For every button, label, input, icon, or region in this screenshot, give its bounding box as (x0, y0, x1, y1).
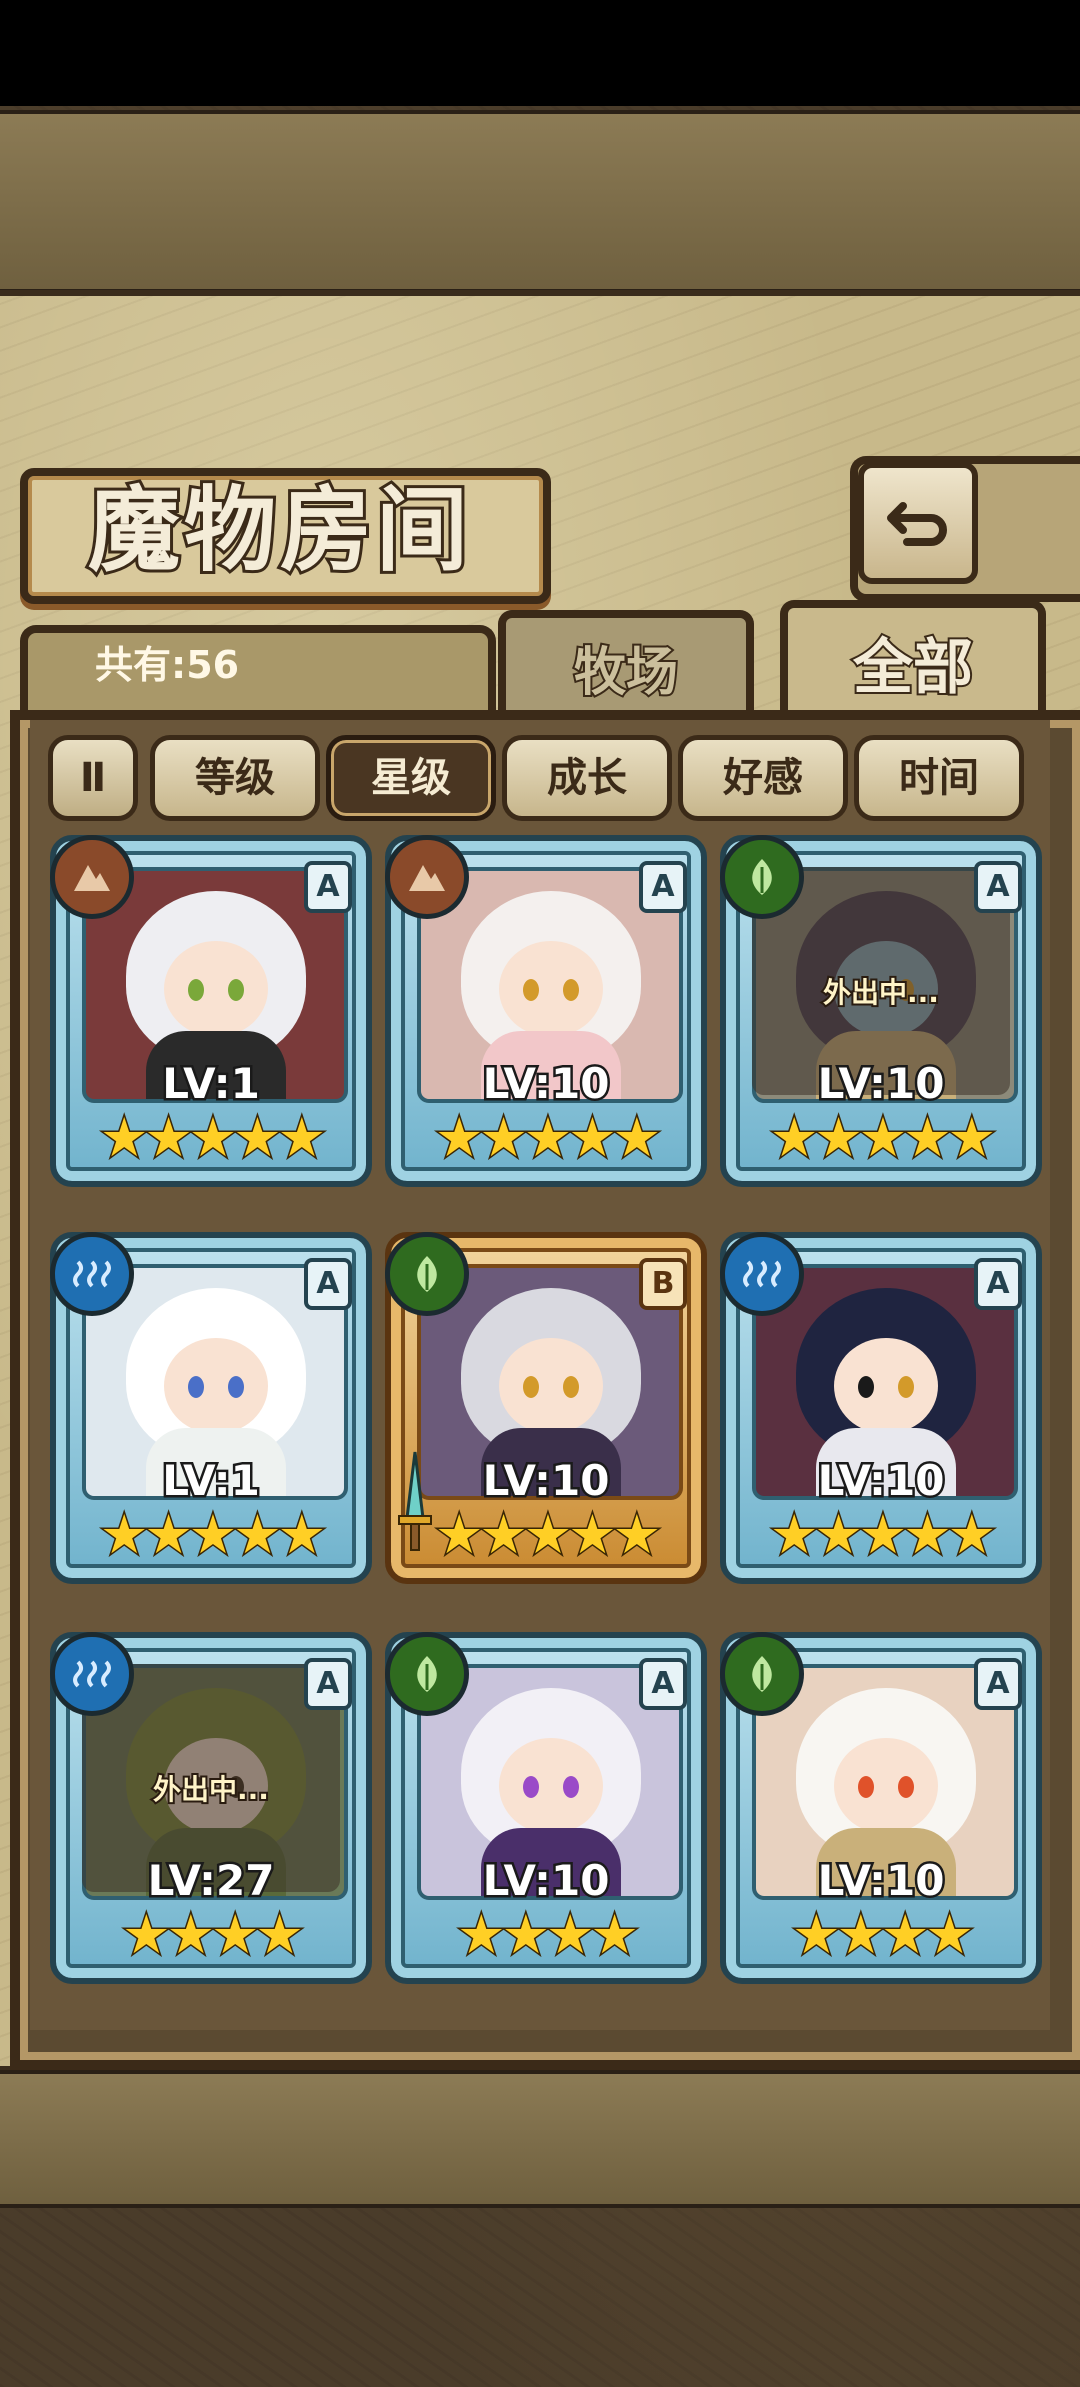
page-title: 魔物房间 (85, 473, 472, 587)
grade-badge: A (304, 861, 352, 913)
monster-level: LV:10 (480, 1057, 612, 1111)
grass-element-icon (720, 835, 804, 919)
sort-button-stars[interactable]: 星级 (326, 735, 496, 821)
monster-card[interactable]: A LV:10 ★★★★★ (385, 835, 707, 1187)
grade-badge: A (304, 1658, 352, 1710)
grade-badge: A (639, 861, 687, 913)
monster-count: 共有:56 (95, 643, 240, 687)
grass-element-icon (385, 1632, 469, 1716)
back-button[interactable] (858, 462, 978, 584)
status-bar (0, 0, 1080, 106)
star-rating: ★★★★★ (768, 1106, 997, 1169)
monster-card[interactable]: A LV:1 ★★★★★ (50, 835, 372, 1187)
monster-card[interactable]: 外出中... A LV:27 ★★★★ (50, 1632, 372, 1984)
monster-card[interactable]: A LV:1 ★★★★★ (50, 1232, 372, 1584)
monster-card[interactable]: A LV:10 ★★★★ (385, 1632, 707, 1984)
grass-element-icon (720, 1632, 804, 1716)
bottom-map-strip (0, 2070, 1080, 2208)
monster-card[interactable]: A LV:10 ★★★★★ (720, 1232, 1042, 1584)
monster-card[interactable]: A LV:10 ★★★★ (720, 1632, 1042, 1984)
grade-badge: A (639, 1658, 687, 1710)
grade-badge: A (974, 1658, 1022, 1710)
star-rating: ★★★★ (791, 1903, 976, 1966)
monster-count-tab (20, 625, 496, 718)
grade-badge: B (639, 1258, 687, 1310)
water-element-icon (50, 1232, 134, 1316)
earth-element-icon (385, 835, 469, 919)
monster-level: LV:10 (815, 1854, 947, 1908)
grade-badge: A (974, 861, 1022, 913)
grade-badge: A (974, 1258, 1022, 1310)
monster-level: LV:10 (480, 1454, 612, 1508)
sort-button-level[interactable]: 等级 (150, 735, 320, 821)
sort-button-growth[interactable]: 成长 (502, 735, 672, 821)
earth-element-icon (50, 835, 134, 919)
monster-level: LV:10 (815, 1454, 947, 1508)
water-element-icon (50, 1632, 134, 1716)
star-rating: ★★★★★ (433, 1503, 662, 1566)
star-rating: ★★★★★ (98, 1503, 327, 1566)
monster-level: LV:10 (815, 1057, 947, 1111)
monster-card[interactable]: 外出中... A LV:10 ★★★★★ (720, 835, 1042, 1187)
monster-level: LV:10 (480, 1854, 612, 1908)
star-rating: ★★★★ (456, 1903, 641, 1966)
star-rating: ★★★★★ (98, 1106, 327, 1169)
water-element-icon (720, 1232, 804, 1316)
star-rating: ★★★★ (121, 1903, 306, 1966)
sort-button-time[interactable]: 时间 (854, 735, 1024, 821)
away-status: 外出中... (821, 974, 941, 1011)
top-map-strip (0, 110, 1080, 293)
monster-level: LV:1 (160, 1057, 263, 1111)
tab-all[interactable]: 全部 (780, 600, 1046, 724)
monster-card[interactable]: B LV:10 ★★★★★ (385, 1232, 707, 1584)
monster-level: LV:27 (145, 1854, 277, 1908)
sort-button-affection[interactable]: 好感 (678, 735, 848, 821)
grass-element-icon (385, 1232, 469, 1316)
sort-order-toggle-button[interactable]: Ⅱ (48, 735, 138, 821)
tab-ranch[interactable]: 牧场 (498, 610, 754, 724)
star-rating: ★★★★★ (768, 1503, 997, 1566)
monster-level: LV:1 (160, 1454, 263, 1508)
grade-badge: A (304, 1258, 352, 1310)
away-status: 外出中... (151, 1771, 271, 1808)
return-arrow-icon (887, 502, 947, 546)
star-rating: ★★★★★ (433, 1106, 662, 1169)
